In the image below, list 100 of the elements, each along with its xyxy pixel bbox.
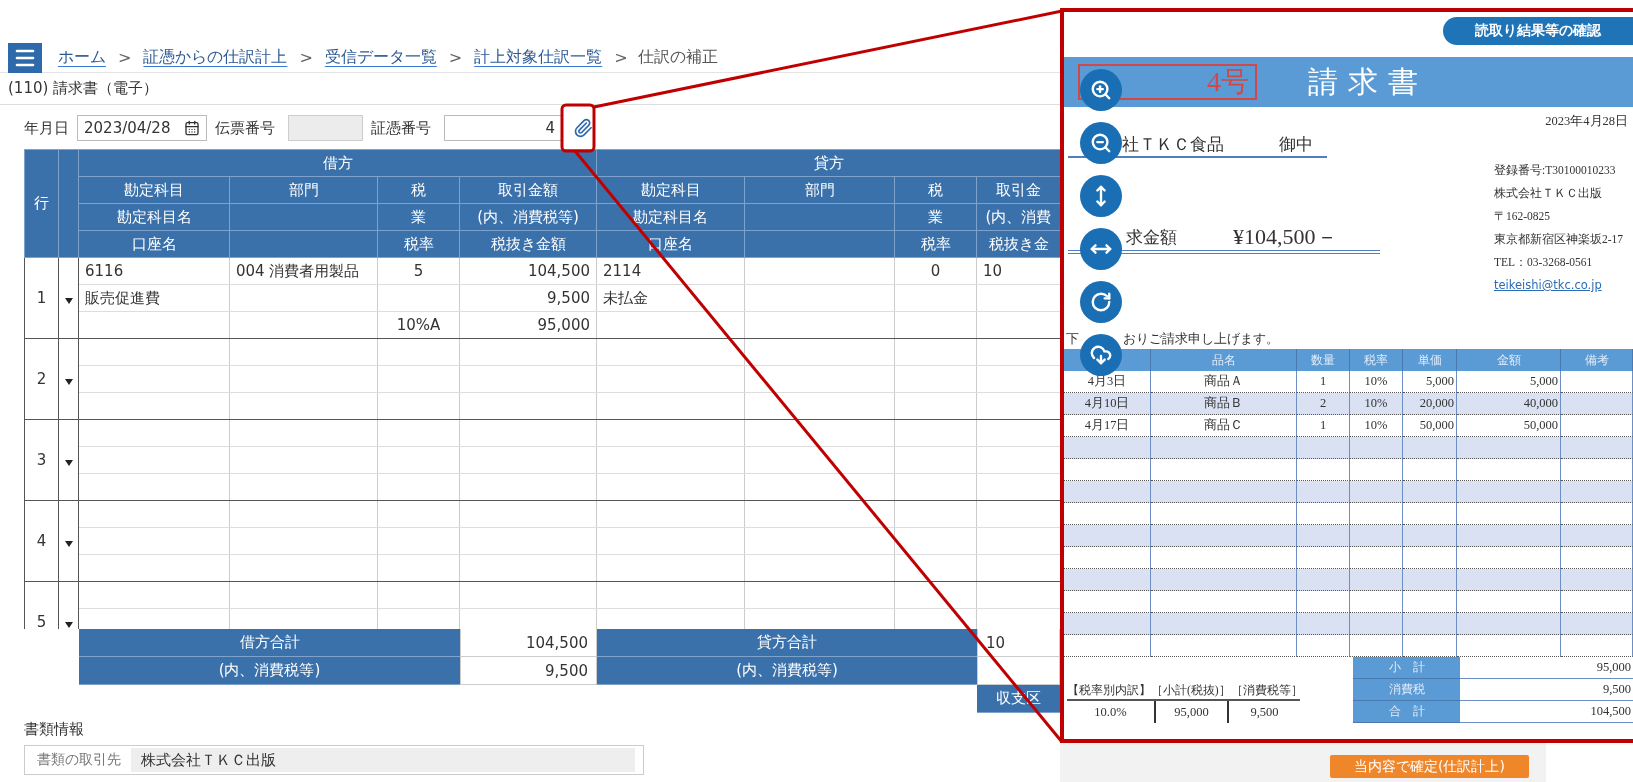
row-number: 4 bbox=[24, 500, 59, 582]
table-cell bbox=[1403, 569, 1457, 591]
row-number: 2 bbox=[24, 338, 59, 420]
table-cell bbox=[1403, 591, 1457, 613]
breakdown-value: 10.0% bbox=[1093, 703, 1128, 721]
column-header: 税率 bbox=[1350, 349, 1403, 371]
table-cell: 104,500 bbox=[459, 257, 597, 285]
table-cell: 6116 bbox=[78, 257, 230, 285]
table-cell: 50,000 bbox=[1403, 415, 1457, 437]
table-cell bbox=[1403, 547, 1457, 569]
partner-field[interactable]: 株式会社ＴＫＣ出版 bbox=[131, 748, 635, 772]
table-cell bbox=[1297, 437, 1350, 459]
calendar-icon[interactable] bbox=[184, 120, 200, 136]
breadcrumb-separator: > bbox=[448, 48, 463, 67]
paperclip-icon[interactable] bbox=[573, 118, 593, 138]
table-cell bbox=[1561, 525, 1633, 547]
table-cell: 50,000 bbox=[1457, 415, 1561, 437]
breadcrumb-link[interactable]: 計上対象仕訳一覧 bbox=[468, 47, 609, 68]
table-cell: 10% bbox=[1350, 371, 1403, 393]
caret-icon[interactable] bbox=[64, 378, 73, 385]
viewer-tool-button[interactable] bbox=[1080, 175, 1122, 217]
caret-icon[interactable] bbox=[64, 297, 73, 304]
table-cell: 0 bbox=[894, 257, 977, 285]
table-cell bbox=[1403, 503, 1457, 525]
breakdown-value: 9,500 bbox=[1227, 701, 1300, 723]
row-number: 1 bbox=[24, 257, 59, 339]
viewer-tool-button[interactable] bbox=[1080, 281, 1122, 323]
table-cell bbox=[1403, 437, 1457, 459]
breadcrumb-link[interactable]: ホーム bbox=[52, 47, 112, 68]
breakdown-header: ［消費税等］ bbox=[1230, 682, 1303, 698]
table-cell bbox=[1561, 437, 1633, 459]
total-value: 10 bbox=[977, 629, 1060, 657]
column-header: 品名 bbox=[1151, 349, 1297, 371]
table-cell: 1 bbox=[1297, 415, 1350, 437]
table-cell: 商品Ｃ bbox=[1151, 415, 1297, 437]
row-number: 5 bbox=[24, 581, 59, 629]
table-cell bbox=[1561, 547, 1633, 569]
column-header: 取引金額 bbox=[459, 176, 597, 204]
amount-value: ¥104,500－ bbox=[1233, 223, 1338, 251]
column-header: 備考 bbox=[1561, 349, 1633, 371]
table-cell: 5 bbox=[377, 257, 460, 285]
summary-label: 合 計 bbox=[1353, 701, 1460, 723]
summary-value: 104,500 bbox=[1460, 701, 1633, 723]
table-cell: 10% bbox=[1350, 415, 1403, 437]
breadcrumb-separator: > bbox=[614, 48, 628, 67]
table-cell: 40,000 bbox=[1457, 393, 1561, 415]
caret-icon[interactable] bbox=[64, 459, 73, 466]
table-cell bbox=[1403, 525, 1457, 547]
breadcrumb-current: 仕訳の補正 bbox=[636, 47, 719, 68]
table-cell: 4月3日 bbox=[1064, 371, 1151, 393]
greeting-text: おりご請求申し上げます。 bbox=[1123, 330, 1279, 348]
date-field[interactable]: 2023/04/28 bbox=[77, 115, 207, 141]
breakdown-value: 95,000 bbox=[1154, 701, 1227, 723]
column-header: 金額 bbox=[1457, 349, 1561, 371]
table-cell bbox=[1297, 613, 1350, 635]
table-cell: 2114 bbox=[596, 257, 745, 285]
column-header: 業 bbox=[894, 203, 977, 231]
greeting-text: 下 bbox=[1066, 330, 1079, 348]
column-header: 税率 bbox=[894, 230, 977, 258]
slip-number-field[interactable] bbox=[288, 115, 363, 141]
invoice-date: 2023年4月28日 bbox=[1545, 112, 1628, 130]
document-type: (110) 請求書（電子） bbox=[8, 79, 159, 98]
viewer-tool-button[interactable] bbox=[1080, 228, 1122, 270]
viewer-tool-button[interactable] bbox=[1080, 122, 1122, 164]
issuer-line: 登録番号:T30100010233 bbox=[1494, 163, 1617, 178]
breadcrumb-separator: > bbox=[118, 48, 132, 67]
field-label: 伝票番号 bbox=[215, 118, 275, 138]
table-cell bbox=[1297, 635, 1350, 657]
email-link[interactable]: teikeishi@tkc.co.jp bbox=[1494, 278, 1602, 298]
table-cell: 95,000 bbox=[459, 311, 597, 339]
caret-icon[interactable] bbox=[64, 621, 73, 628]
rotate-icon bbox=[1090, 291, 1112, 313]
caret-icon[interactable] bbox=[64, 540, 73, 547]
table-cell bbox=[1350, 437, 1403, 459]
table-cell bbox=[1403, 459, 1457, 481]
column-header: 税率 bbox=[377, 230, 460, 258]
viewer-tool-button[interactable] bbox=[1080, 334, 1122, 376]
table-cell: 1 bbox=[1297, 371, 1350, 393]
breadcrumb-link[interactable]: 受信データ一覧 bbox=[318, 47, 443, 68]
table-cell: 9,500 bbox=[459, 284, 597, 312]
table-cell bbox=[1403, 635, 1457, 657]
column-header: 税抜き金額 bbox=[459, 230, 597, 258]
breadcrumb-link[interactable]: 証憑からの仕訳計上 bbox=[137, 47, 294, 68]
table-cell bbox=[1350, 613, 1403, 635]
breadcrumb-separator: > bbox=[299, 48, 313, 67]
column-header: 単価 bbox=[1403, 349, 1457, 371]
column-header: 税抜き金 bbox=[976, 230, 1060, 258]
column-header: 借方 bbox=[78, 149, 597, 177]
table-cell bbox=[1350, 525, 1403, 547]
menu-button[interactable] bbox=[8, 42, 42, 73]
total-label: 貸方合計 bbox=[597, 629, 977, 657]
issuer-line: 〒162-0825 bbox=[1494, 209, 1552, 224]
summary-label: 消費税 bbox=[1353, 679, 1460, 701]
table-cell: 商品Ｂ bbox=[1151, 393, 1297, 415]
voucher-number-field[interactable]: 4 bbox=[444, 115, 562, 141]
cloud-download-icon bbox=[1090, 344, 1112, 366]
table-cell bbox=[1350, 481, 1403, 503]
check-results-button[interactable]: 読取り結果等の確認 bbox=[1443, 17, 1633, 45]
section-title: 書類情報 bbox=[24, 719, 85, 739]
breakdown-header: 【税率別内訳】 bbox=[1067, 682, 1151, 698]
